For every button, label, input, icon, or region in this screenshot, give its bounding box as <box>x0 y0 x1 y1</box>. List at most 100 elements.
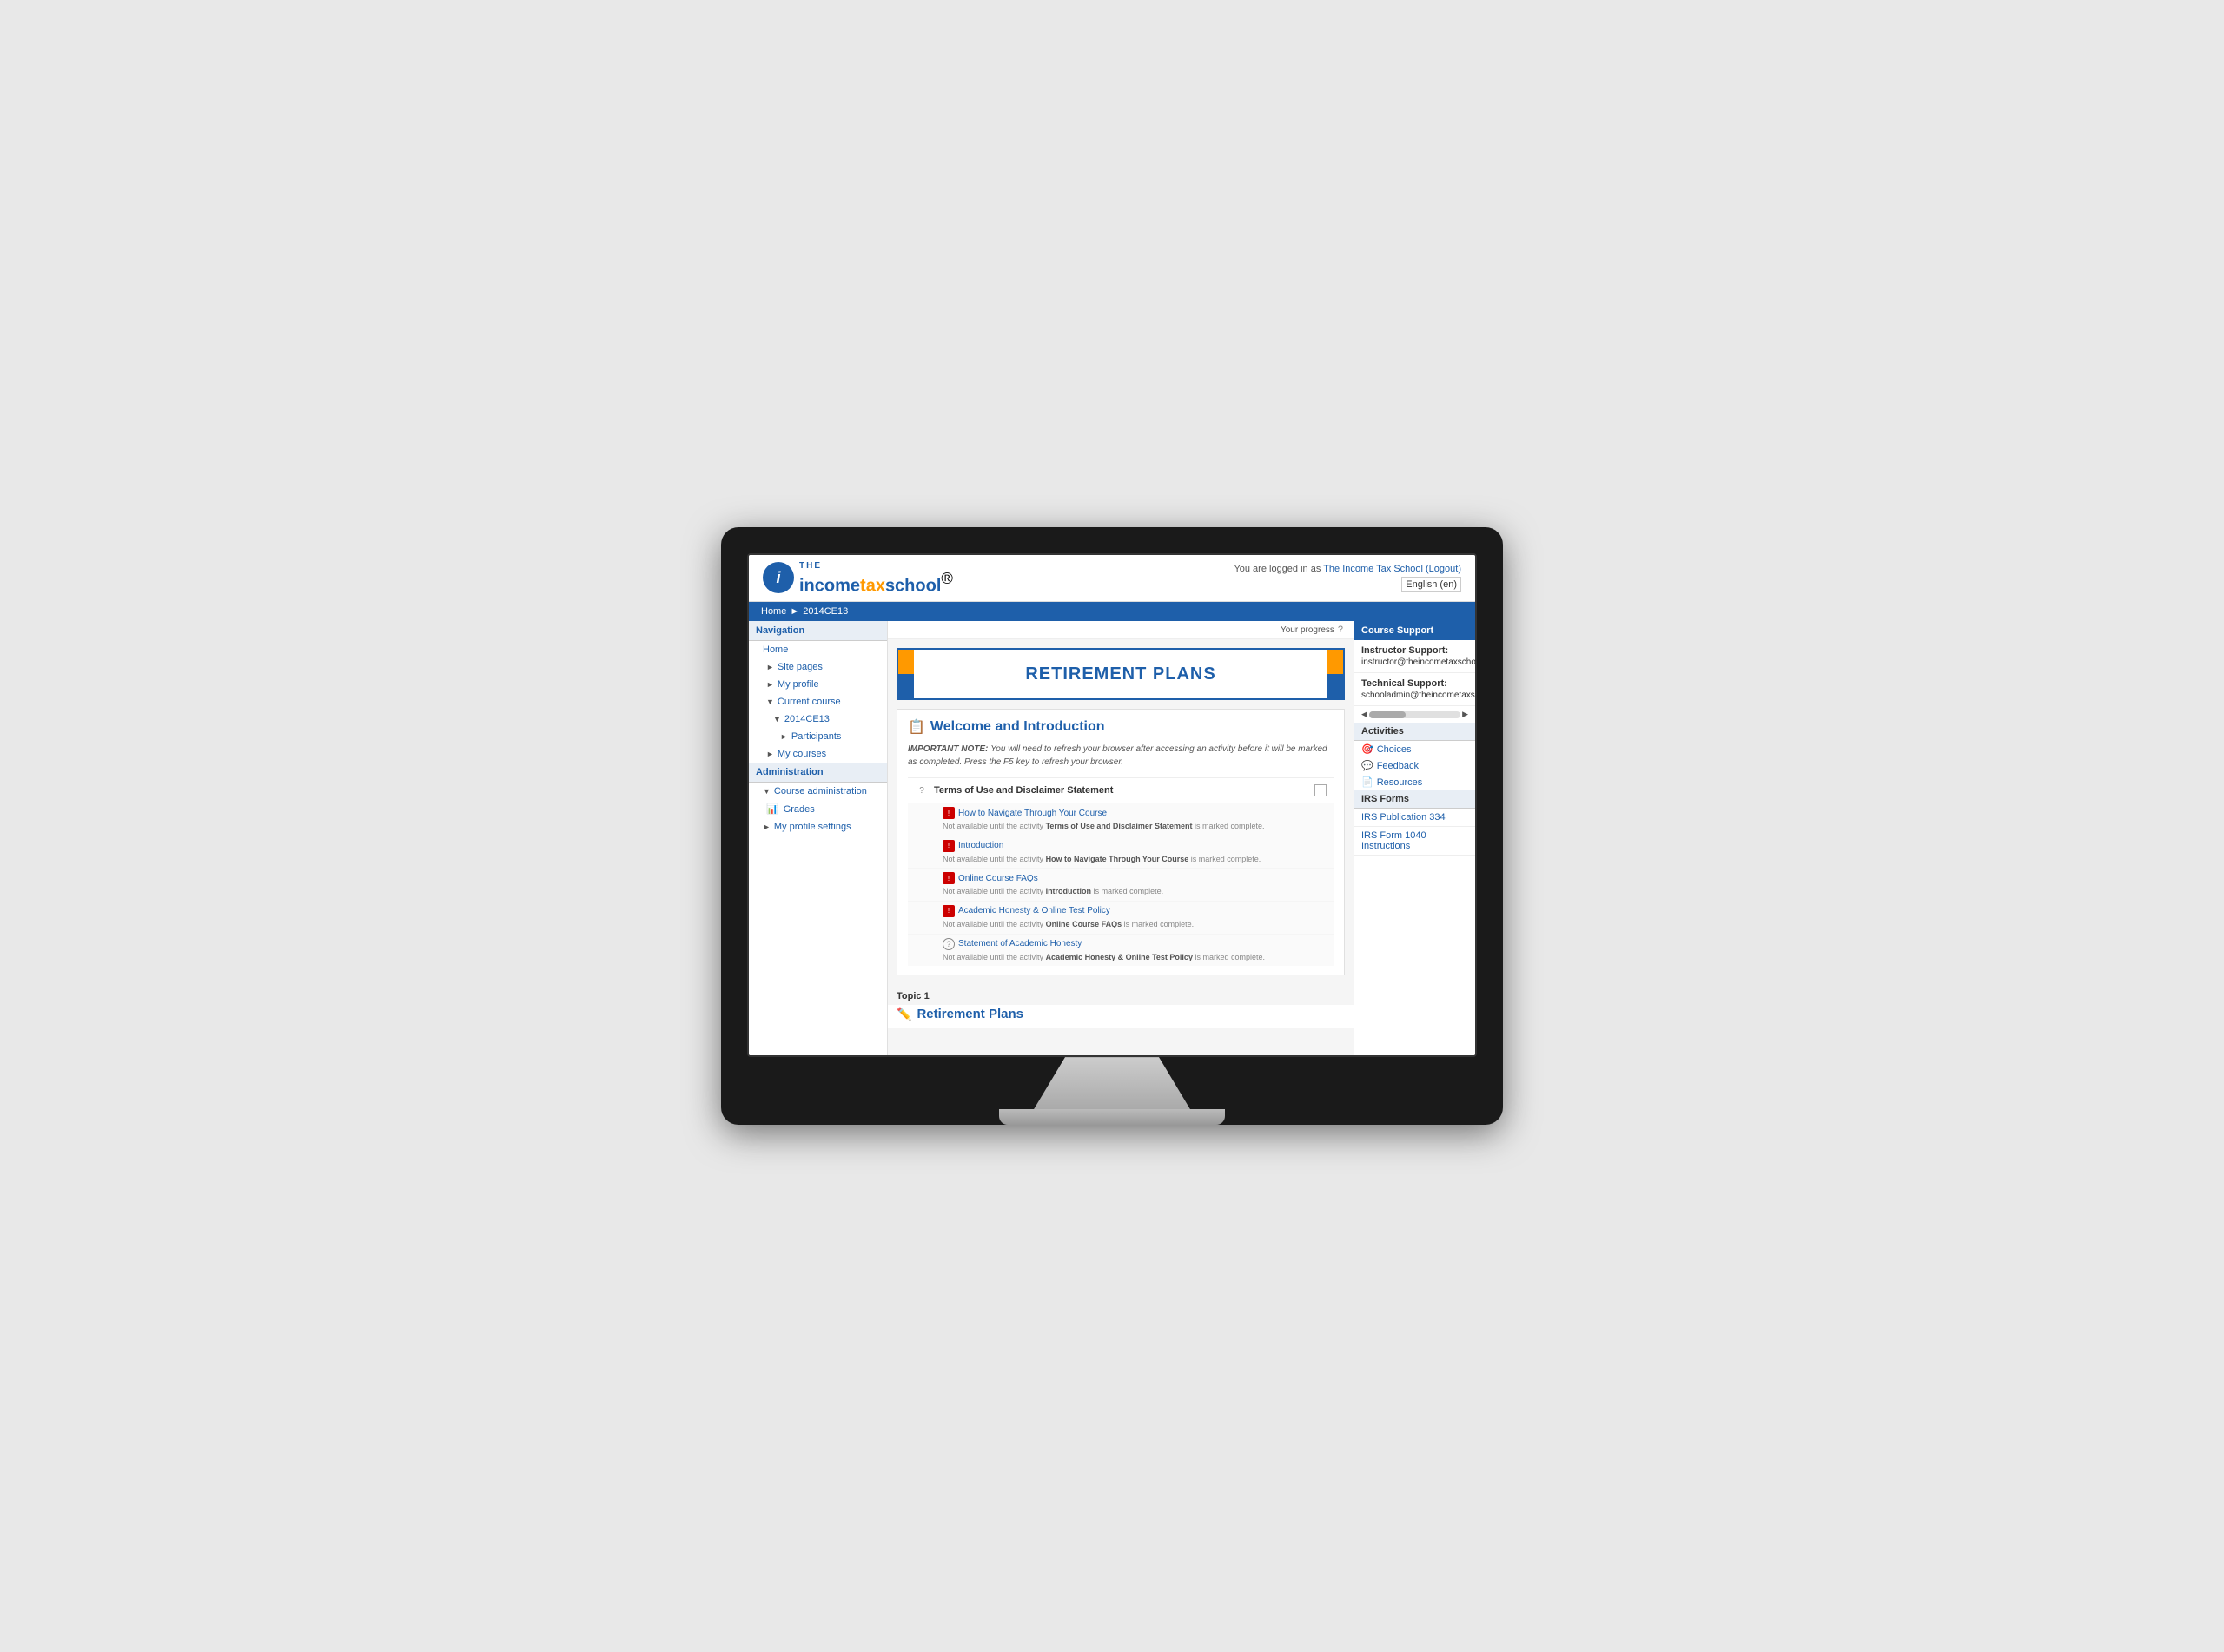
arrow-right-icon: ► <box>780 732 788 741</box>
breadcrumb: Home ► 2014CE13 <box>749 602 1475 621</box>
logo-text: THE incometaxschool® <box>799 562 953 594</box>
navigate-note-bold: Terms of Use and Disclaimer Statement <box>1046 822 1193 830</box>
instructor-email[interactable]: instructor@theincometaxschoo <box>1361 657 1477 667</box>
statement-note-bold: Academic Honesty & Online Test Policy <box>1046 953 1193 961</box>
choices-icon: 🎯 <box>1361 743 1373 755</box>
feedback-link[interactable]: 💬 Feedback <box>1354 757 1475 774</box>
scroll-track[interactable] <box>1369 711 1460 718</box>
breadcrumb-home[interactable]: Home <box>761 606 786 617</box>
navigate-title[interactable]: ! How to Navigate Through Your Course <box>943 807 1327 819</box>
grades-label: Grades <box>784 804 815 815</box>
arrow-down-icon: ▼ <box>773 715 781 724</box>
screen: i THE incometaxschool® You are logged in… <box>747 553 1477 1057</box>
logout-link[interactable]: (Logout) <box>1426 564 1461 574</box>
logo-income: income <box>799 576 860 595</box>
sidebar-item-site-pages[interactable]: ► Site pages <box>749 658 887 676</box>
note-prefix: IMPORTANT NOTE: <box>908 744 988 754</box>
breadcrumb-separator: ► <box>790 606 799 617</box>
intro-title[interactable]: ! Introduction <box>943 840 1327 852</box>
sidebar-item-home[interactable]: Home <box>749 641 887 658</box>
irs-form-1040-label: IRS Form 1040 Instructions <box>1361 830 1426 851</box>
logo-registered: ® <box>941 569 953 587</box>
site-pages-label: Site pages <box>778 662 823 672</box>
arrow-right-icon: ► <box>763 823 771 831</box>
top-right: You are logged in as The Income Tax Scho… <box>1234 564 1461 592</box>
sidebar-item-grades[interactable]: 📊 Grades <box>749 800 887 818</box>
arrow-right-icon: ► <box>766 663 774 671</box>
intro-note-bold: How to Navigate Through Your Course <box>1046 855 1189 863</box>
arrow-down-icon: ▼ <box>763 787 771 796</box>
choices-link[interactable]: 🎯 Choices <box>1354 741 1475 757</box>
stripe-blue <box>898 674 914 698</box>
progress-help-icon[interactable]: ? <box>1338 624 1343 635</box>
intro-label: Introduction <box>958 841 1003 850</box>
technical-support: Technical Support: schooladmin@theincome… <box>1354 673 1475 706</box>
monitor: i THE incometaxschool® You are logged in… <box>721 527 1503 1125</box>
welcome-icon: 📋 <box>908 718 925 736</box>
welcome-note: IMPORTANT NOTE: You will need to refresh… <box>908 743 1334 769</box>
my-profile-label: My profile <box>778 679 819 690</box>
faqs-label: Online Course FAQs <box>958 874 1038 883</box>
irs-form-1040[interactable]: IRS Form 1040 Instructions <box>1354 827 1475 856</box>
scroll-bar-area: ◀ ▶ <box>1354 706 1475 723</box>
terms-checkbox[interactable] <box>1314 784 1327 796</box>
sidebar-item-current-course[interactable]: ▼ Current course <box>749 693 887 710</box>
scroll-left-arrow[interactable]: ◀ <box>1361 710 1367 719</box>
activity-list: ? Terms of Use and Disclaimer Statement … <box>908 777 1334 966</box>
scroll-right-arrow[interactable]: ▶ <box>1462 710 1468 719</box>
topic-title-text: Retirement Plans <box>917 1007 1023 1021</box>
arrow-right-icon: ► <box>766 750 774 758</box>
faqs-title[interactable]: ! Online Course FAQs <box>943 872 1327 884</box>
honesty-title[interactable]: ! Academic Honesty & Online Test Policy <box>943 905 1327 917</box>
instructor-support: Instructor Support: instructor@theincome… <box>1354 640 1475 673</box>
left-sidebar: Navigation Home ► Site pages ► My profil… <box>749 621 888 1055</box>
logo-tax: tax <box>860 576 885 595</box>
technical-email[interactable]: schooladmin@theincometaxsc <box>1361 691 1477 700</box>
home-label: Home <box>763 644 788 655</box>
monitor-stand <box>1034 1057 1190 1109</box>
hero-title: RETIREMENT PLANS <box>914 664 1327 684</box>
logo-icon: i <box>763 562 794 593</box>
sidebar-item-2014ce13[interactable]: ▼ 2014CE13 <box>749 710 887 728</box>
resources-link[interactable]: 📄 Resources <box>1354 774 1475 790</box>
logo-the: THE <box>799 562 953 571</box>
main-content: Your progress ? RETIREMENT PLANS <box>888 621 1354 1055</box>
my-courses-label: My courses <box>778 749 826 759</box>
feedback-label: Feedback <box>1377 761 1419 771</box>
progress-area: Your progress ? <box>888 621 1354 639</box>
technical-label: Technical Support: <box>1361 678 1468 689</box>
right-sidebar: Course Support Instructor Support: instr… <box>1354 621 1475 1055</box>
user-name-link[interactable]: The Income Tax School <box>1323 564 1423 574</box>
question-mark-icon: ? <box>915 783 929 797</box>
grades-icon: 📊 <box>766 803 778 815</box>
resources-icon: 📄 <box>1361 776 1373 788</box>
administration-header: Administration <box>749 763 887 783</box>
pencil-icon: ✏️ <box>897 1007 911 1021</box>
feedback-icon: 💬 <box>1361 760 1373 771</box>
sidebar-item-participants[interactable]: ► Participants <box>749 728 887 745</box>
red-icon-2: ! <box>943 840 955 852</box>
sidebar-item-my-profile[interactable]: ► My profile <box>749 676 887 693</box>
stripe-right <box>1327 650 1343 698</box>
logged-in-text: You are logged in as <box>1234 564 1320 574</box>
current-course-label: Current course <box>778 697 841 707</box>
red-icon-3: ! <box>943 872 955 884</box>
sidebar-item-course-admin[interactable]: ▼ Course administration <box>749 783 887 800</box>
faqs-note-bold: Introduction <box>1046 887 1092 895</box>
top-bar: i THE incometaxschool® You are logged in… <box>749 555 1475 602</box>
faqs-note: Not available until the activity Introdu… <box>943 886 1327 897</box>
sidebar-item-profile-settings[interactable]: ► My profile settings <box>749 818 887 836</box>
activities-header: Activities <box>1354 723 1475 741</box>
language-selector[interactable]: English (en) <box>1401 577 1461 592</box>
irs-pub-334[interactable]: IRS Publication 334 <box>1354 809 1475 827</box>
arrow-down-icon: ▼ <box>766 697 774 706</box>
sidebar-item-my-courses[interactable]: ► My courses <box>749 745 887 763</box>
sub-item-navigate: ! How to Navigate Through Your Course No… <box>908 803 1334 836</box>
red-icon-4: ! <box>943 905 955 917</box>
red-icon: ! <box>943 807 955 819</box>
course-admin-label: Course administration <box>774 786 867 796</box>
statement-title[interactable]: ? Statement of Academic Honesty <box>943 938 1327 950</box>
sub-item-faqs: ! Online Course FAQs Not available until… <box>908 868 1334 901</box>
sub-item-intro: ! Introduction Not available until the a… <box>908 836 1334 869</box>
activity-row-terms[interactable]: ? Terms of Use and Disclaimer Statement <box>908 777 1334 803</box>
